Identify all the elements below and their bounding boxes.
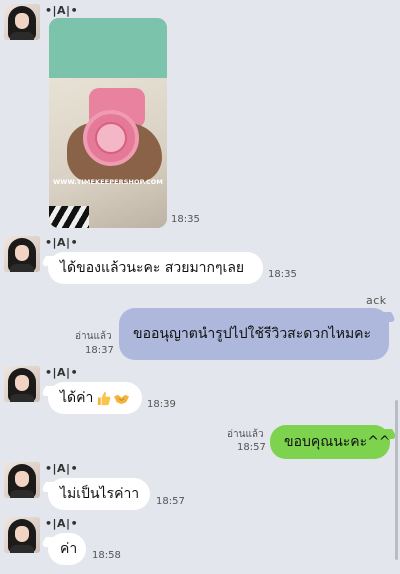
message-text: ได้ของแล้วนะคะ สวยมากๆเลย [60,259,245,276]
message-text: ได้ค่า [60,389,94,406]
message-bubble[interactable]: ขอบคุณนะคะ^^ [270,425,391,459]
message-bubble[interactable]: ได้ของแล้วนะคะ สวยมากๆเลย [48,252,263,284]
read-receipt: อ่านแล้ว [227,429,264,440]
avatar[interactable] [4,236,40,272]
message-time: 18:39 [147,399,176,410]
avatar[interactable] [4,4,40,40]
message-time: 18:35 [268,269,297,280]
message-bubble[interactable]: ไม่เป็นไรค่าา [48,478,150,510]
avatar[interactable] [4,462,40,498]
message-text: ค่า [60,540,78,557]
message-text: ขออนุญาตนำรูปไปใช้รีวิวสะดวกไหมคะ [133,325,372,342]
message-time: 18:35 [171,214,200,225]
avatar[interactable] [4,517,40,553]
message-bubble[interactable]: ได้ค่า [48,382,142,414]
handshake-emoji-icon [114,394,130,404]
message-text: ไม่เป็นไรค่าา [60,485,140,502]
sender-name: •|A|• [45,236,79,249]
message-time: 18:57 [156,496,185,507]
message-time: 18:57 [237,442,266,453]
shared-photo[interactable]: WWW.TIMEKEEPERSHOP.COM [49,18,167,228]
sender-name: •|A|• [45,366,79,379]
sender-name: •|A|• [45,462,79,475]
message-time: 18:37 [85,345,114,356]
scrollbar[interactable] [395,400,398,560]
sender-name: •|A|• [45,517,79,530]
sender-name: •|A|• [45,4,79,17]
avatar[interactable] [4,366,40,402]
message-bubble[interactable]: ขออนุญาตนำรูปไปใช้รีวิวสะดวกไหมคะ [119,308,389,360]
message-bubble[interactable]: ค่า [48,533,86,565]
photo-watermark: WWW.TIMEKEEPERSHOP.COM [53,178,163,186]
read-receipt: อ่านแล้ว [75,331,112,342]
message-text: ขอบคุณนะคะ^^ [284,433,391,450]
thumbs-up-emoji-icon [98,391,111,405]
message-time: 18:58 [92,550,121,561]
sender-name: ack [366,294,387,307]
